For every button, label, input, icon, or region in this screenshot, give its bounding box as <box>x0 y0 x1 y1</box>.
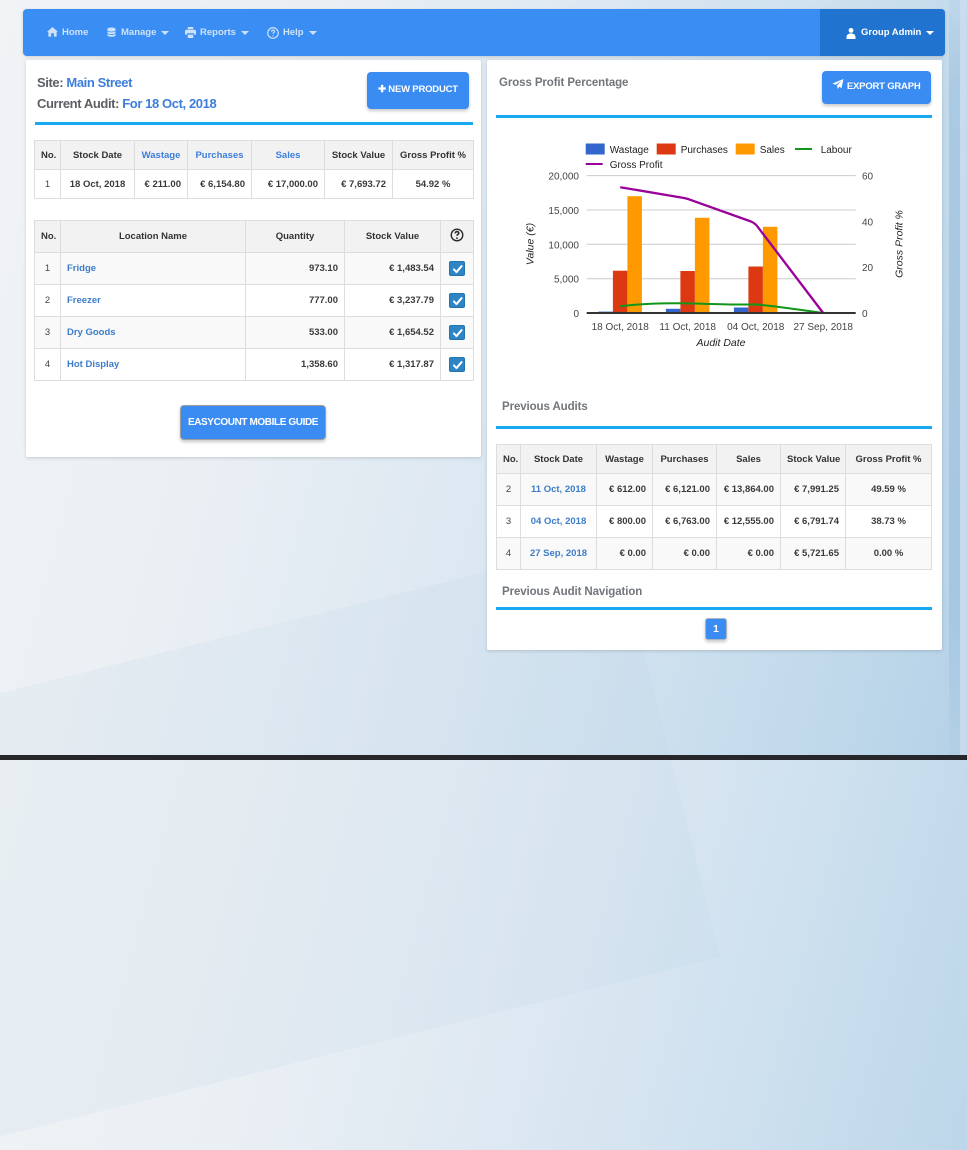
svg-text:60: 60 <box>862 172 874 183</box>
svg-text:10,000: 10,000 <box>548 240 579 251</box>
svg-text:Value (€): Value (€) <box>525 223 537 265</box>
svg-text:Sales: Sales <box>760 145 785 156</box>
svg-text:Gross Profit: Gross Profit <box>610 160 663 171</box>
svg-text:20,000: 20,000 <box>548 172 579 183</box>
svg-text:Audit Date: Audit Date <box>695 337 745 349</box>
svg-text:Purchases: Purchases <box>681 145 728 156</box>
svg-text:Gross Profit %: Gross Profit % <box>894 210 906 278</box>
svg-text:0: 0 <box>573 309 579 320</box>
svg-text:5,000: 5,000 <box>554 275 579 286</box>
svg-text:04 Oct, 2018: 04 Oct, 2018 <box>727 322 785 333</box>
svg-text:Wastage: Wastage <box>610 145 650 156</box>
svg-text:18 Oct, 2018: 18 Oct, 2018 <box>592 322 650 333</box>
svg-text:Labour: Labour <box>821 145 853 156</box>
svg-text:40: 40 <box>862 217 874 228</box>
svg-text:11 Oct, 2018: 11 Oct, 2018 <box>659 322 716 333</box>
svg-text:0: 0 <box>862 309 868 320</box>
svg-text:20: 20 <box>862 263 874 274</box>
svg-text:27 Sep, 2018: 27 Sep, 2018 <box>793 322 853 333</box>
svg-text:15,000: 15,000 <box>548 206 579 217</box>
